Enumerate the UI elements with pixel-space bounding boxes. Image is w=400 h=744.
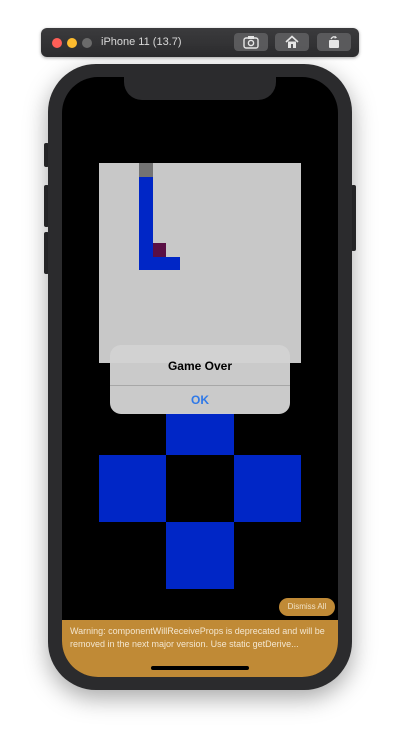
falling-piece-cell bbox=[139, 163, 153, 177]
phone-screen: Game Over OK Dismiss All Warning: compon… bbox=[62, 77, 338, 677]
rotate-button[interactable] bbox=[317, 33, 351, 51]
stacked-piece-horizontal bbox=[139, 257, 180, 270]
alert-title: Game Over bbox=[167, 359, 233, 373]
zoom-window-button[interactable] bbox=[82, 38, 92, 48]
alert-ok-button[interactable]: OK bbox=[110, 386, 290, 414]
home-button[interactable] bbox=[275, 33, 309, 51]
dpad-down-button[interactable] bbox=[166, 522, 234, 589]
game-board bbox=[99, 163, 301, 363]
dpad-right-button[interactable] bbox=[234, 455, 301, 522]
warning-message: Warning: componentWillReceiveProps is de… bbox=[70, 626, 325, 649]
minimize-window-button[interactable] bbox=[67, 38, 77, 48]
home-icon bbox=[285, 35, 299, 48]
simulator-title: iPhone 11 (13.7) bbox=[101, 36, 182, 48]
simulator-toolbar: iPhone 11 (13.7) bbox=[41, 28, 359, 57]
dpad-up-button[interactable] bbox=[166, 413, 234, 455]
home-indicator[interactable] bbox=[151, 666, 249, 670]
highlight-cell bbox=[153, 243, 166, 257]
rotate-icon bbox=[329, 35, 339, 48]
screenshot-icon bbox=[243, 36, 259, 49]
close-window-button[interactable] bbox=[52, 38, 62, 48]
game-over-alert: Game Over OK bbox=[110, 345, 290, 414]
dismiss-all-button[interactable]: Dismiss All bbox=[279, 598, 335, 616]
notch bbox=[124, 77, 276, 100]
dpad-left-button[interactable] bbox=[99, 455, 166, 522]
screenshot-button[interactable] bbox=[234, 33, 268, 51]
